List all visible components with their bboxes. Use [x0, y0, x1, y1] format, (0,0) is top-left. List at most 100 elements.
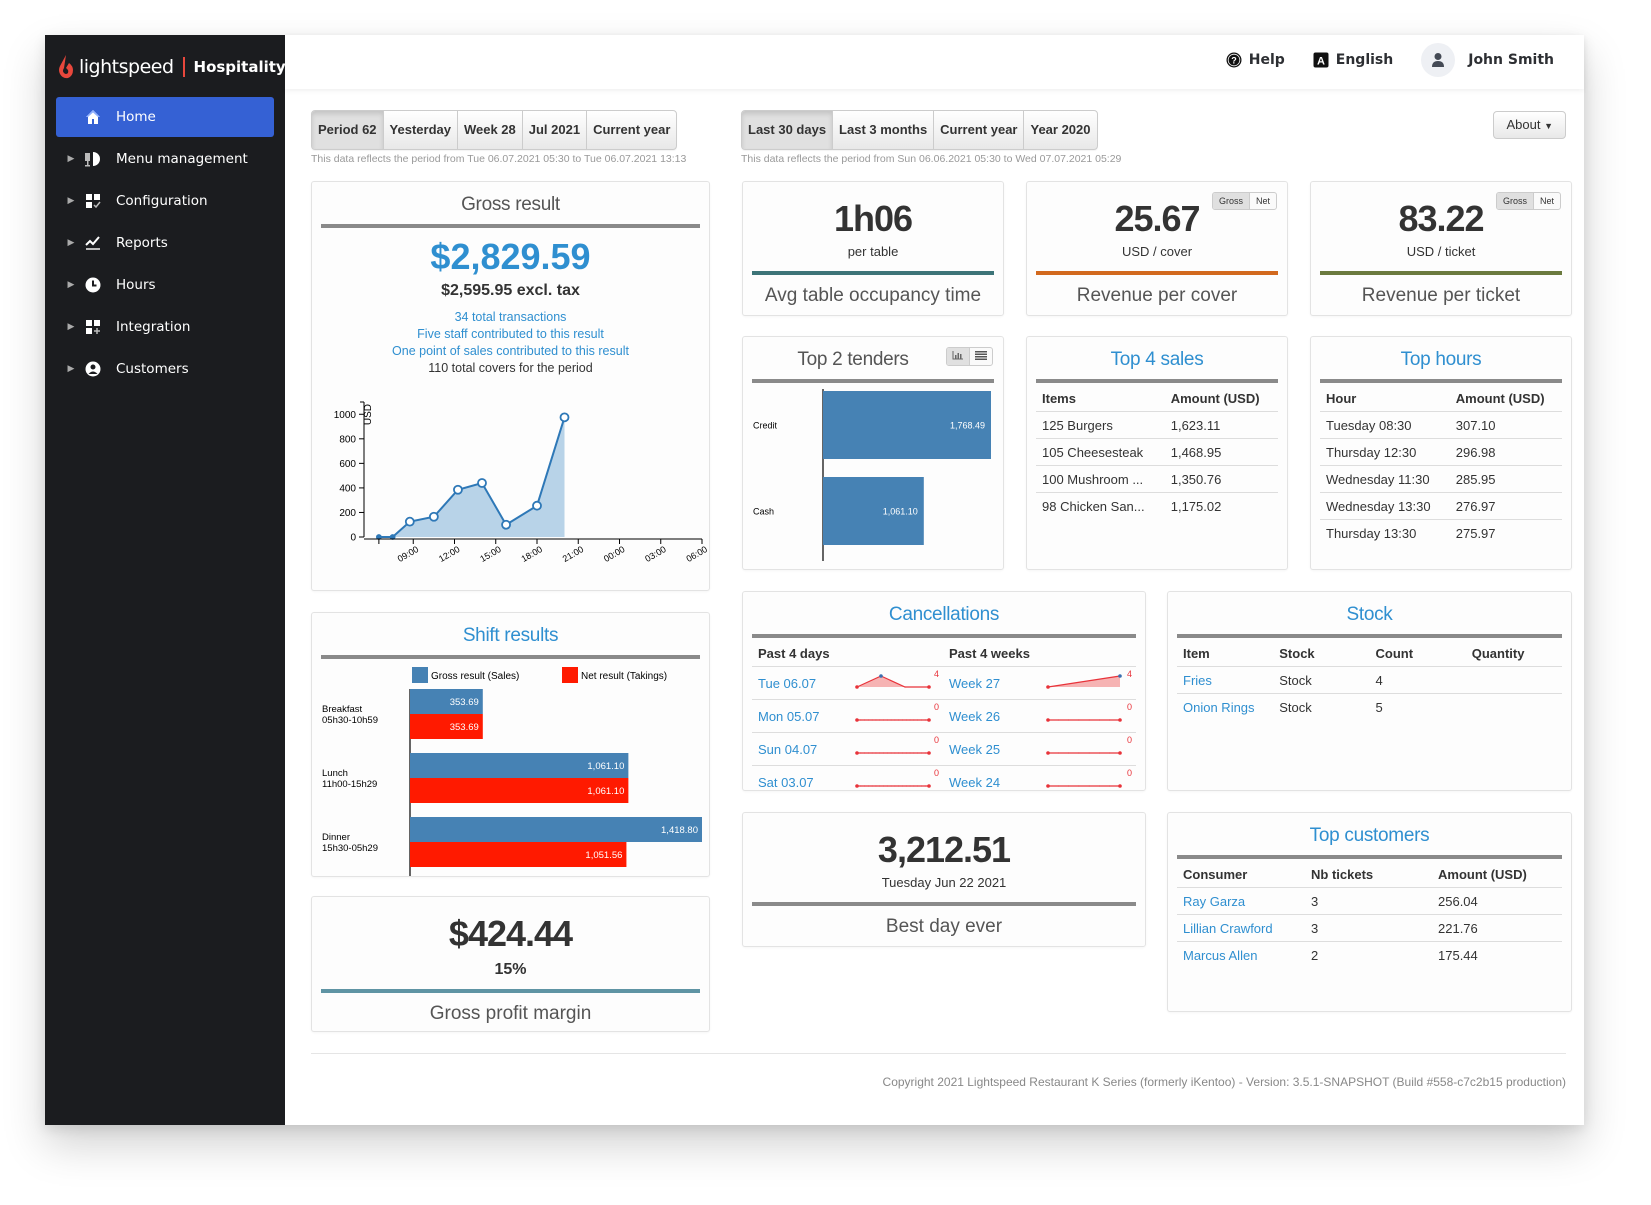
expand-caret-icon: ▶: [67, 238, 75, 248]
table-row: 98 Chicken San... 1,175.02: [1036, 493, 1278, 520]
period-button[interactable]: Year 2020: [1024, 111, 1096, 149]
y-tick-label: 800: [339, 434, 356, 445]
top-customers-table: Consumer Nb tickets Amount (USD) Ray Gar…: [1177, 859, 1562, 968]
gross-profit-rule: [321, 989, 700, 993]
staff-link[interactable]: Five staff contributed to this result: [312, 327, 709, 341]
period-button[interactable]: Current year: [934, 111, 1025, 149]
row-link[interactable]: Fries: [1177, 666, 1274, 694]
chart-view-button[interactable]: [947, 348, 970, 365]
sparkline-point: [882, 785, 885, 787]
week-link[interactable]: Week 26: [943, 699, 1039, 733]
data-point[interactable]: [428, 511, 439, 522]
clock-icon: [80, 276, 106, 294]
row-link[interactable]: Marcus Allen: [1177, 942, 1305, 969]
sparkline-point: [1118, 674, 1122, 678]
sidebar-item-integration[interactable]: ▶ Integration: [56, 307, 274, 347]
brand-logo[interactable]: lightspeed Hospitality: [57, 47, 286, 87]
sparkline-point: [860, 752, 862, 754]
day-link[interactable]: Sun 04.07: [752, 732, 847, 766]
day-link[interactable]: Sat 03.07: [752, 766, 847, 799]
sparkline-point: [855, 718, 859, 722]
sparkline-cell: 4: [847, 666, 944, 700]
panel-rule: [752, 902, 1136, 906]
kpi-sub: USD / ticket: [1406, 244, 1476, 259]
top-sales-panel: Top 4 sales Items Amount (USD) 125 Burge…: [1026, 336, 1288, 570]
column-header: Hour: [1320, 383, 1450, 412]
day-link[interactable]: Mon 05.07: [752, 699, 847, 733]
toggle-net[interactable]: Net: [1534, 193, 1560, 209]
period-button[interactable]: Last 3 months: [833, 111, 935, 149]
toggle-gross[interactable]: Gross: [1212, 193, 1250, 209]
language-selector[interactable]: A English: [1313, 52, 1393, 68]
row-link[interactable]: Onion Rings: [1177, 694, 1273, 721]
data-point[interactable]: [477, 478, 487, 488]
cancel-count: 4: [934, 669, 940, 679]
table-row: Tuesday 08:30 307.10: [1320, 411, 1562, 439]
sparkline-point: [898, 719, 900, 721]
column-header: Past 4 weeks: [943, 638, 1136, 667]
week-link[interactable]: Week 24: [943, 766, 1038, 799]
x-tick-label: 09:00: [396, 544, 421, 564]
help-icon: ?: [1226, 52, 1242, 68]
toggle-gross[interactable]: Gross: [1496, 193, 1534, 209]
best-day-panel: 3,212.51 Tuesday Jun 22 2021 Best day ev…: [742, 812, 1146, 947]
help-link[interactable]: ? Help: [1226, 52, 1285, 68]
period-button[interactable]: Last 30 days: [742, 111, 834, 149]
sidebar-item-configuration[interactable]: ▶ Configuration: [56, 181, 274, 221]
kpi-card-occupancy: 1h06 per table Avg table occupancy time: [742, 181, 1004, 316]
period-button[interactable]: Jul 2021: [523, 111, 588, 149]
data-point[interactable]: [501, 519, 511, 530]
row-link[interactable]: Lillian Crawford: [1177, 914, 1305, 942]
table-cell: 221.76: [1432, 914, 1562, 942]
table-cell: 2: [1311, 948, 1319, 963]
sparkline-point: [905, 719, 907, 721]
period-button[interactable]: Period 62: [312, 111, 384, 149]
sparkline-point: [894, 785, 896, 787]
data-point[interactable]: [532, 500, 542, 511]
sidebar-item-menu-management[interactable]: ▶ Menu management: [56, 139, 274, 179]
sparkline-cell: 0: [1038, 732, 1136, 766]
cancel-count: 0: [1126, 735, 1132, 745]
integration-icon: [80, 318, 106, 336]
table-cell: 5: [1375, 700, 1383, 715]
sparkline-point: [1057, 752, 1059, 754]
table-cell: Stock: [1279, 700, 1312, 715]
week-link[interactable]: Week 27: [943, 666, 1039, 700]
avatar: [1421, 43, 1456, 77]
sidebar-item-home[interactable]: Home: [56, 97, 274, 137]
sidebar-nav: Home ▶ Menu management ▶ Configuration ▶: [56, 97, 274, 391]
sidebar-item-hours[interactable]: ▶ Hours: [56, 265, 274, 305]
gross-profit-label: Gross profit margin: [429, 1003, 592, 1024]
shift-bar[interactable]: [410, 817, 702, 842]
top-customers-panel: Top customers Consumer Nb tickets Amount…: [1167, 812, 1572, 1012]
column-header: Consumer: [1177, 859, 1305, 888]
gross-profit-percent: 15%: [494, 961, 527, 978]
period-button[interactable]: Yesterday: [384, 111, 458, 149]
pos-link[interactable]: One point of sales contributed to this r…: [312, 344, 709, 358]
period-button[interactable]: Week 28: [458, 111, 523, 149]
data-point[interactable]: [389, 534, 396, 540]
sparkline-point: [894, 719, 896, 721]
transactions-link[interactable]: 34 total transactions: [312, 310, 709, 324]
table-cell: 105 Cheesesteak: [1036, 438, 1165, 466]
toggle-net[interactable]: Net: [1250, 193, 1276, 209]
x-tick-label: 21:00: [561, 544, 586, 564]
sparkline-point: [901, 719, 904, 721]
about-dropdown[interactable]: About ▼: [1493, 111, 1566, 139]
shift-name: Lunch: [322, 768, 348, 779]
user-menu[interactable]: John Smith: [1421, 43, 1554, 77]
data-point[interactable]: [559, 412, 570, 423]
day-link[interactable]: Tue 06.07: [752, 666, 847, 700]
panel-rule: [321, 655, 700, 659]
sidebar-item-label: Menu management: [116, 151, 248, 167]
row-link[interactable]: Ray Garza: [1177, 887, 1305, 915]
list-view-button[interactable]: [970, 348, 992, 365]
week-link[interactable]: Week 25: [943, 732, 1039, 766]
sidebar-item-customers[interactable]: ▶ Customers: [56, 349, 274, 389]
data-point[interactable]: [453, 484, 463, 495]
sidebar-item-reports[interactable]: ▶ Reports: [56, 223, 274, 263]
period-button[interactable]: Current year: [587, 111, 676, 149]
data-point[interactable]: [404, 516, 415, 527]
data-point[interactable]: [375, 534, 382, 540]
expand-caret-icon: ▶: [67, 196, 75, 206]
